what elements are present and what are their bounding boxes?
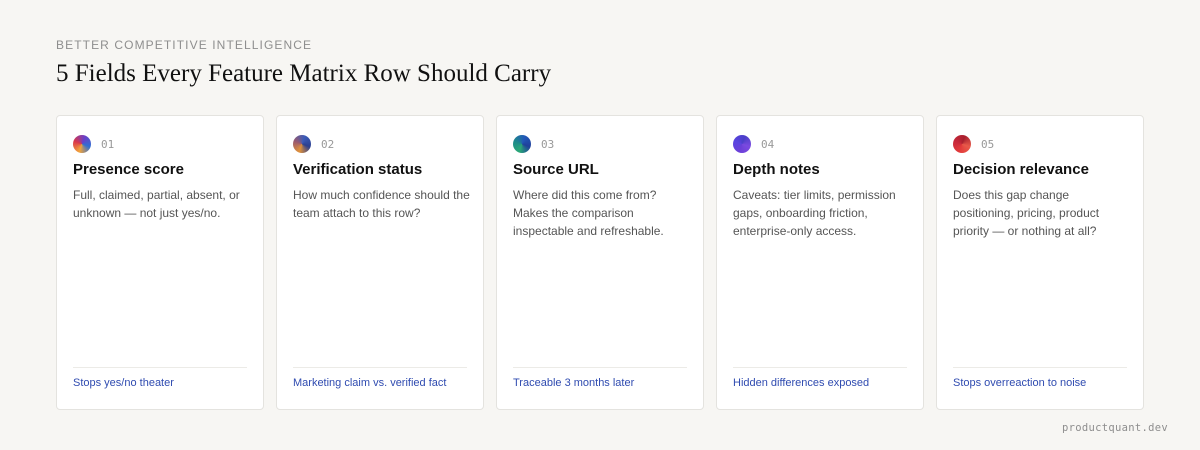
card-divider: [733, 367, 907, 368]
color-dot-icon: [73, 135, 91, 153]
card-header: 03: [513, 135, 554, 153]
card-header: 05: [953, 135, 994, 153]
card-title: Presence score: [73, 161, 184, 178]
card-footer: Marketing claim vs. verified fact: [293, 377, 447, 389]
field-card-5: 05 Decision relevance Does this gap chan…: [936, 115, 1144, 410]
card-divider: [293, 367, 467, 368]
card-divider: [513, 367, 687, 368]
card-footer: Stops overreaction to noise: [953, 377, 1087, 389]
eyebrow-label: BETTER COMPETITIVE INTELLIGENCE: [56, 38, 313, 52]
card-header: 02: [293, 135, 334, 153]
color-dot-icon: [293, 135, 311, 153]
field-card-2: 02 Verification status How much confiden…: [276, 115, 484, 410]
page-title: 5 Fields Every Feature Matrix Row Should…: [56, 60, 552, 87]
card-title: Verification status: [293, 161, 423, 178]
card-title: Decision relevance: [953, 161, 1089, 178]
card-number: 03: [541, 137, 555, 151]
brand-url: productquant.dev: [1062, 422, 1168, 434]
card-description: Full, claimed, partial, absent, or unkno…: [73, 188, 240, 220]
card-footer: Hidden differences exposed: [733, 377, 870, 389]
card-header: 04: [733, 135, 774, 153]
card-grid: 01 Presence score Full, claimed, partial…: [56, 115, 1144, 410]
card-divider: [953, 367, 1127, 368]
card-number: 04: [761, 137, 775, 151]
field-card-3: 03 Source URL Where did this come from? …: [496, 115, 704, 410]
field-card-1: 01 Presence score Full, claimed, partial…: [56, 115, 264, 410]
card-description: Where did this come from? Makes the comp…: [513, 188, 664, 238]
card-header: 01: [73, 135, 114, 153]
card-number: 05: [981, 137, 995, 151]
card-divider: [73, 367, 247, 368]
card-description: How much confidence should the team atta…: [293, 188, 470, 220]
page: BETTER COMPETITIVE INTELLIGENCE 5 Fields…: [0, 0, 1200, 450]
color-dot-icon: [513, 135, 531, 153]
card-title: Source URL: [513, 161, 599, 178]
card-description: Does this gap change positioning, pricin…: [953, 188, 1100, 238]
card-number: 02: [321, 137, 335, 151]
card-title: Depth notes: [733, 161, 820, 178]
card-footer: Traceable 3 months later: [513, 377, 635, 389]
card-footer: Stops yes/no theater: [73, 377, 174, 389]
field-card-4: 04 Depth notes Caveats: tier limits, per…: [716, 115, 924, 410]
card-description: Caveats: tier limits, permission gaps, o…: [733, 188, 896, 238]
color-dot-icon: [953, 135, 971, 153]
card-number: 01: [101, 137, 115, 151]
color-dot-icon: [733, 135, 751, 153]
